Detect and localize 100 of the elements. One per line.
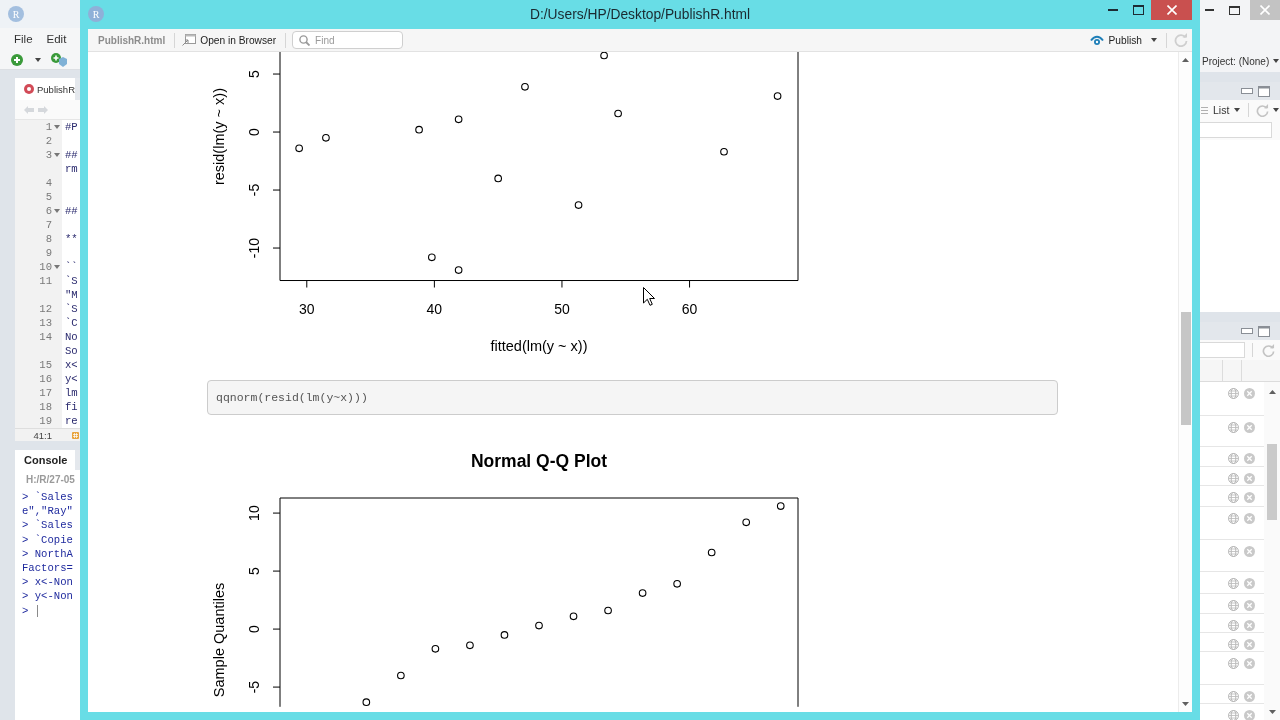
close-icon <box>1166 5 1177 15</box>
maximize-icon <box>1133 5 1144 15</box>
close-circle-icon[interactable] <box>1244 513 1255 524</box>
caret-icon[interactable] <box>1273 108 1280 112</box>
globe-icon[interactable] <box>1228 546 1239 557</box>
caret-icon[interactable] <box>35 57 41 62</box>
menu-item[interactable]: File <box>14 33 33 45</box>
left-arrow-icon[interactable] <box>24 105 34 114</box>
axis-title: fitted(lm(y ~ x)) <box>490 337 588 354</box>
fold-caret-icon[interactable] <box>54 125 60 129</box>
globe-icon[interactable] <box>1228 620 1239 631</box>
console-tab[interactable]: Console <box>15 450 76 470</box>
code-text: fi <box>64 400 78 414</box>
data-point <box>431 644 440 653</box>
line-number: 18 <box>38 400 52 414</box>
cursor-position: 41:1 <box>32 429 52 441</box>
minimize-pane-icon[interactable] <box>1241 88 1253 94</box>
code-text: #P <box>64 120 78 134</box>
file-badge-icon <box>24 84 34 94</box>
line-number: 1 <box>44 120 52 134</box>
find-field[interactable]: Find <box>292 31 404 49</box>
globe-icon[interactable] <box>1228 578 1239 589</box>
plus-cube-icon[interactable] <box>51 52 67 67</box>
plus-circle-icon[interactable] <box>11 53 23 66</box>
path-field[interactable] <box>1200 342 1245 358</box>
console-line: > `Copie <box>22 532 73 547</box>
scrollbar-thumb[interactable] <box>1267 444 1277 520</box>
code-text: ## <box>64 204 78 218</box>
globe-icon[interactable] <box>1228 639 1239 650</box>
hash-icon[interactable] <box>72 431 79 439</box>
close-circle-icon[interactable] <box>1244 639 1255 650</box>
data-point <box>638 589 647 597</box>
data-point <box>362 698 371 706</box>
scroll-up-icon[interactable] <box>1182 58 1189 62</box>
data-point <box>535 621 543 630</box>
axis-tick-label: 5 <box>246 70 262 78</box>
scroll-down-icon[interactable] <box>1182 702 1189 706</box>
right-arrow-icon[interactable] <box>38 105 48 114</box>
code-text: lm <box>64 386 78 400</box>
globe-icon[interactable] <box>1228 388 1239 399</box>
close-circle-icon[interactable] <box>1244 691 1255 702</box>
axis-tick-label: -5 <box>246 183 262 197</box>
code-text: `S <box>64 274 78 288</box>
close-icon <box>1260 5 1270 15</box>
data-point <box>707 548 716 557</box>
code-text: ** <box>64 232 78 246</box>
fold-caret-icon[interactable] <box>54 153 60 157</box>
scroll-up-icon[interactable] <box>1268 390 1276 394</box>
code-text: `C <box>64 316 78 330</box>
close-circle-icon[interactable] <box>1244 578 1255 589</box>
minimize-icon <box>1108 9 1118 11</box>
console-line: > y<-Non <box>22 589 73 604</box>
refresh-icon[interactable] <box>1174 33 1188 47</box>
close-circle-icon[interactable] <box>1244 546 1255 557</box>
close-circle-icon[interactable] <box>1244 388 1255 399</box>
close-circle-icon[interactable] <box>1244 710 1255 720</box>
line-number: 5 <box>44 190 52 204</box>
globe-icon[interactable] <box>1228 453 1239 464</box>
close-circle-icon[interactable] <box>1244 620 1255 631</box>
minimize-pane-icon[interactable] <box>1241 328 1253 334</box>
globe-icon[interactable] <box>1228 600 1239 611</box>
axis-tick-label: -5 <box>246 680 262 694</box>
line-number: 12 <box>38 302 52 316</box>
line-number: 10 <box>38 260 52 274</box>
globe-icon[interactable] <box>1228 691 1239 702</box>
line-number: 13 <box>38 316 52 330</box>
line-number: 6 <box>44 204 52 218</box>
globe-icon[interactable] <box>1228 492 1239 503</box>
close-circle-icon[interactable] <box>1244 658 1255 669</box>
data-point <box>466 641 474 650</box>
close-circle-icon[interactable] <box>1244 600 1255 611</box>
globe-icon[interactable] <box>1228 422 1239 433</box>
maximize-pane-icon[interactable] <box>1258 325 1270 337</box>
globe-icon[interactable] <box>1228 658 1239 669</box>
globe-icon[interactable] <box>1228 710 1239 720</box>
console-line: > `Sales <box>22 490 73 505</box>
globe-icon[interactable] <box>1228 513 1239 524</box>
file-name: PublishR.html <box>98 34 166 46</box>
line-number: 15 <box>38 358 52 372</box>
scroll-down-icon[interactable] <box>1268 710 1276 714</box>
caret-icon <box>1234 108 1241 112</box>
editor-tab[interactable]: PublishR <box>15 78 76 100</box>
maximize-pane-icon[interactable] <box>1258 85 1270 97</box>
fold-caret-icon[interactable] <box>54 209 60 213</box>
close-circle-icon[interactable] <box>1244 453 1255 464</box>
fold-caret-icon[interactable] <box>54 265 60 269</box>
close-circle-icon[interactable] <box>1244 473 1255 484</box>
open-in-browser-button[interactable]: Open in Browser <box>182 30 277 50</box>
close-circle-icon[interactable] <box>1244 492 1255 503</box>
globe-icon[interactable] <box>1228 473 1239 484</box>
scrollbar-thumb[interactable] <box>1180 312 1191 425</box>
line-number: 14 <box>38 330 52 344</box>
mouse-pointer-icon <box>643 287 655 306</box>
search-field[interactable] <box>1200 122 1272 138</box>
refresh-icon[interactable] <box>1262 343 1275 357</box>
close-circle-icon[interactable] <box>1244 422 1255 433</box>
text-cursor <box>37 604 39 617</box>
menu-item[interactable]: Edit <box>46 33 67 45</box>
publish-button[interactable]: Publish <box>1089 30 1157 50</box>
data-point <box>494 174 503 183</box>
